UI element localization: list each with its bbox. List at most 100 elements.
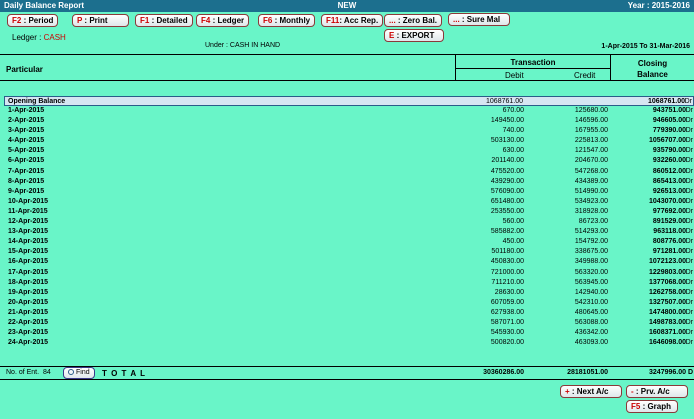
- row-credit: 125680.00: [574, 107, 608, 114]
- table-row[interactable]: 1-Apr-2015 670.00 125680.00 943751.00 Dr: [0, 106, 694, 116]
- row-dr-cr: Dr: [685, 147, 693, 155]
- row-date: 9-Apr-2015: [8, 187, 45, 195]
- table-row[interactable]: 2-Apr-2015 149450.00 146596.00 946605.00 Dr: [0, 116, 694, 126]
- table-row[interactable]: 9-Apr-2015 576090.00 514990.00 926513.00 Dr: [0, 187, 694, 197]
- row-debit: 740.00: [502, 127, 524, 135]
- table-row[interactable]: 4-Apr-2015 503130.00 225813.00 1056707.00 Dr: [0, 136, 694, 146]
- detailed-label: : Detailed: [149, 16, 188, 25]
- row-date: 12-Apr-2015: [8, 218, 49, 226]
- row-credit: 434389.00: [574, 177, 608, 185]
- graph-button[interactable]: F5 : Graph: [626, 400, 678, 413]
- row-credit: 121547.00: [574, 147, 608, 155]
- sure-mal-key: ...: [453, 15, 460, 24]
- ledger-key: F4: [201, 16, 211, 25]
- row-dr-cr: Dr: [685, 268, 693, 276]
- row-dr-cr: Dr: [685, 127, 693, 135]
- table-row[interactable]: 5-Apr-2015 630.00 121547.00 935790.00 Dr: [0, 146, 694, 156]
- table-row[interactable]: 6-Apr-2015 201140.00 204670.00 932260.00 Dr: [0, 156, 694, 166]
- row-closing: 1327507.00: [649, 298, 686, 306]
- graph-key: F5: [631, 402, 641, 411]
- row-closing: 808776.00: [652, 238, 686, 246]
- row-date: 17-Apr-2015: [8, 268, 49, 276]
- print-button[interactable]: P : Print: [72, 14, 129, 27]
- row-debit: 627938.00: [490, 308, 524, 316]
- table-row[interactable]: 3-Apr-2015 740.00 167955.00 779390.00 Dr: [0, 126, 694, 136]
- row-debit: 721000.00: [490, 268, 524, 276]
- row-closing: 977692.00: [652, 207, 686, 215]
- table-row[interactable]: 24-Apr-2015 500820.00 463093.00 1646098.00 D…: [0, 338, 694, 348]
- table-row[interactable]: 16-Apr-2015 450830.00 349988.00 1072123.00 D…: [0, 257, 694, 267]
- acc-rep-label: : Acc Rep.: [339, 16, 379, 25]
- row-closing: 860512.00: [652, 167, 686, 175]
- table-row[interactable]: 17-Apr-2015 721000.00 563320.00 1229803.00 D…: [0, 268, 694, 278]
- row-credit: 318928.00: [574, 207, 608, 215]
- table-row[interactable]: 10-Apr-2015 651480.00 534923.00 1043070.00 D…: [0, 197, 694, 207]
- row-credit: 436342.00: [574, 329, 608, 337]
- entry-count-label: No. of Ent.: [6, 369, 40, 376]
- table-row[interactable]: 20-Apr-2015 607059.00 542310.00 1327507.00 D…: [0, 298, 694, 308]
- row-credit: 338675.00: [574, 248, 608, 256]
- row-date: 19-Apr-2015: [8, 288, 49, 296]
- next-account-button[interactable]: + : Next A/c: [560, 385, 622, 398]
- row-closing: 1377068.00: [649, 278, 686, 286]
- particular-header: Particular: [6, 65, 43, 74]
- table-row[interactable]: 14-Apr-2015 450.00 154792.00 808776.00 Dr: [0, 237, 694, 247]
- row-closing: 1474800.00: [649, 308, 686, 316]
- period-button[interactable]: F2 : Period: [7, 14, 59, 27]
- row-closing: 1646098.00: [649, 339, 686, 347]
- row-date: 21-Apr-2015: [8, 308, 49, 316]
- sure-mal-button[interactable]: ... : Sure Mal: [448, 13, 510, 26]
- row-credit: 480645.00: [574, 308, 608, 316]
- prev-account-button[interactable]: - : Prv. A/c: [626, 385, 688, 398]
- row-dr-cr: Dr: [685, 238, 693, 246]
- table-row[interactable]: 13-Apr-2015 585882.00 514293.00 963118.00 Dr: [0, 227, 694, 237]
- row-credit: 86723.00: [578, 218, 608, 226]
- next-label: : Next A/c: [569, 387, 609, 396]
- ledger-button[interactable]: F4 : Ledger: [196, 14, 250, 27]
- row-debit: 670.00: [502, 107, 524, 114]
- row-date: 3-Apr-2015: [8, 127, 45, 135]
- row-dr-cr: Dr: [685, 187, 693, 195]
- row-dr-cr: Dr: [685, 339, 693, 347]
- table-row[interactable]: 15-Apr-2015 501180.00 338675.00 971281.00 Dr: [0, 247, 694, 257]
- row-closing: 1072123.00: [649, 258, 686, 266]
- row-credit: 563945.00: [574, 278, 608, 286]
- table-row[interactable]: 19-Apr-2015 28630.00 142940.00 1262758.00 Dr: [0, 288, 694, 298]
- export-button[interactable]: E : EXPORT: [384, 29, 444, 42]
- row-debit: 560.00: [502, 218, 524, 226]
- table-row[interactable]: 8-Apr-2015 439290.00 434389.00 865413.00 Dr: [0, 177, 694, 187]
- row-credit: 463093.00: [574, 339, 608, 347]
- table-row[interactable]: 12-Apr-2015 560.00 86723.00 891529.00 Dr: [0, 217, 694, 227]
- row-debit: 630.00: [502, 147, 524, 155]
- find-button[interactable]: Find: [63, 367, 95, 379]
- under-group: Under : CASH IN HAND: [205, 42, 281, 49]
- table-row[interactable]: 18-Apr-2015 711210.00 563945.00 1377068.00 D…: [0, 278, 694, 288]
- credit-header: Credit: [574, 71, 596, 80]
- table-row[interactable]: 23-Apr-2015 545930.00 436342.00 1608371.00 D…: [0, 328, 694, 338]
- balance-header: Balance: [637, 70, 668, 79]
- row-dr-cr: Dr: [685, 258, 693, 266]
- zero-bal-button[interactable]: ... : Zero Bal.: [384, 14, 443, 27]
- table-row[interactable]: 22-Apr-2015 587071.00 563088.00 1498783.00 D…: [0, 318, 694, 328]
- row-credit: 154792.00: [574, 238, 608, 246]
- row-debit: 439290.00: [490, 177, 524, 185]
- entry-count: No. of Ent. 84: [6, 369, 51, 376]
- row-date: 2-Apr-2015: [8, 117, 45, 125]
- table-row[interactable]: 11-Apr-2015 253550.00 318928.00 977692.00 Dr: [0, 207, 694, 217]
- acc-rep-button[interactable]: F11: Acc Rep.: [321, 14, 384, 27]
- table-body: Opening Balance 1068761.00 1068761.00 Dr…: [0, 96, 694, 348]
- sure-mal-label: : Sure Mal: [459, 15, 501, 24]
- row-date: 20-Apr-2015: [8, 298, 49, 306]
- row-debit: 450830.00: [490, 258, 524, 266]
- row-closing: 1262758.00: [649, 288, 686, 296]
- table-row[interactable]: 7-Apr-2015 475520.00 547268.00 860512.00 Dr: [0, 167, 694, 177]
- table-row[interactable]: 21-Apr-2015 627938.00 480645.00 1474800.00 D…: [0, 308, 694, 318]
- find-label: Find: [76, 369, 90, 376]
- row-debit: 501180.00: [491, 248, 524, 256]
- monthly-button[interactable]: F6 : Monthly: [258, 14, 316, 27]
- row-date: 23-Apr-2015: [8, 329, 49, 337]
- ledger-info: Ledger : CASH: [12, 33, 66, 42]
- opening-balance-row[interactable]: Opening Balance 1068761.00 1068761.00 Dr: [4, 96, 694, 106]
- total-bar: No. of Ent. 84 Find T O T A L 30360286.0…: [0, 366, 694, 380]
- detailed-button[interactable]: F1 : Detailed: [135, 14, 193, 27]
